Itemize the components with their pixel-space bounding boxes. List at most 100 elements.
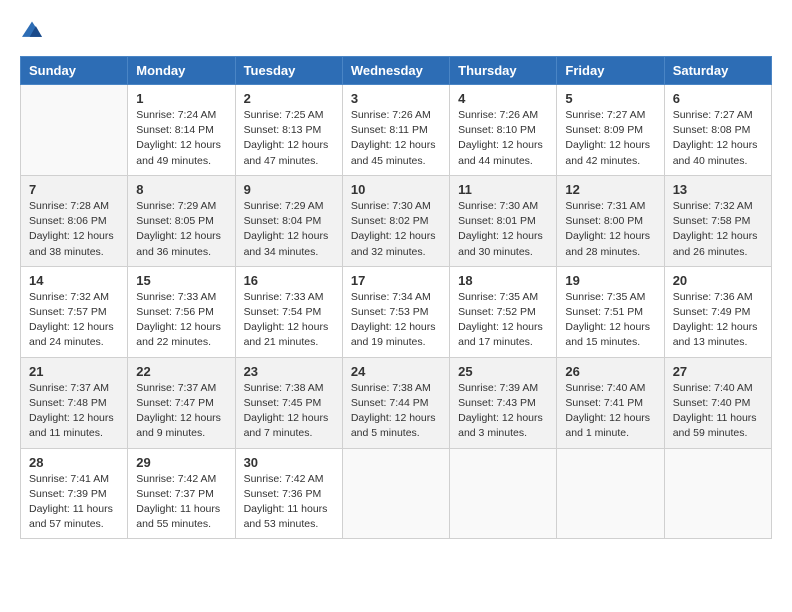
day-info: Sunrise: 7:26 AM Sunset: 8:10 PM Dayligh…: [458, 108, 548, 169]
calendar-day-cell: 18 Sunrise: 7:35 AM Sunset: 7:52 PM Dayli…: [450, 266, 557, 357]
calendar-day-cell: 24 Sunrise: 7:38 AM Sunset: 7:44 PM Dayli…: [342, 357, 449, 448]
calendar-day-cell: 12 Sunrise: 7:31 AM Sunset: 8:00 PM Dayli…: [557, 175, 664, 266]
day-info: Sunrise: 7:37 AM Sunset: 7:47 PM Dayligh…: [136, 381, 226, 442]
day-number: 1: [136, 91, 226, 106]
calendar-week-row: 7 Sunrise: 7:28 AM Sunset: 8:06 PM Daylig…: [21, 175, 772, 266]
calendar-day-cell: [342, 448, 449, 539]
day-info: Sunrise: 7:35 AM Sunset: 7:52 PM Dayligh…: [458, 290, 548, 351]
day-info: Sunrise: 7:42 AM Sunset: 7:37 PM Dayligh…: [136, 472, 226, 533]
calendar-table: SundayMondayTuesdayWednesdayThursdayFrid…: [20, 56, 772, 539]
day-number: 12: [565, 182, 655, 197]
day-info: Sunrise: 7:29 AM Sunset: 8:04 PM Dayligh…: [244, 199, 334, 260]
calendar-day-cell: 22 Sunrise: 7:37 AM Sunset: 7:47 PM Dayli…: [128, 357, 235, 448]
day-number: 8: [136, 182, 226, 197]
calendar-day-cell: 17Sunrise: 7:34 AM Sunset: 7:53 PM Dayli…: [342, 266, 449, 357]
calendar-day-cell: [21, 85, 128, 176]
calendar-day-cell: 30 Sunrise: 7:42 AM Sunset: 7:36 PM Dayli…: [235, 448, 342, 539]
day-info: Sunrise: 7:26 AM Sunset: 8:11 PM Dayligh…: [351, 108, 441, 169]
calendar-day-cell: 26 Sunrise: 7:40 AM Sunset: 7:41 PM Dayli…: [557, 357, 664, 448]
calendar-day-cell: [557, 448, 664, 539]
day-info: Sunrise: 7:25 AM Sunset: 8:13 PM Dayligh…: [244, 108, 334, 169]
calendar-day-cell: 25 Sunrise: 7:39 AM Sunset: 7:43 PM Dayli…: [450, 357, 557, 448]
day-info: Sunrise: 7:40 AM Sunset: 7:41 PM Dayligh…: [565, 381, 655, 442]
page-header: [20, 20, 772, 40]
day-number: 26: [565, 364, 655, 379]
day-info: Sunrise: 7:42 AM Sunset: 7:36 PM Dayligh…: [244, 472, 334, 533]
calendar-day-cell: 19 Sunrise: 7:35 AM Sunset: 7:51 PM Dayli…: [557, 266, 664, 357]
day-number: 9: [244, 182, 334, 197]
calendar-header: SundayMondayTuesdayWednesdayThursdayFrid…: [21, 57, 772, 85]
calendar-day-cell: 9 Sunrise: 7:29 AM Sunset: 8:04 PM Daylig…: [235, 175, 342, 266]
calendar-day-cell: 28 Sunrise: 7:41 AM Sunset: 7:39 PM Dayli…: [21, 448, 128, 539]
day-number: 3: [351, 91, 441, 106]
calendar-week-row: 1 Sunrise: 7:24 AM Sunset: 8:14 PM Daylig…: [21, 85, 772, 176]
logo-icon: [20, 20, 44, 40]
day-number: 22: [136, 364, 226, 379]
day-number: 16: [244, 273, 334, 288]
day-info: Sunrise: 7:40 AM Sunset: 7:40 PM Dayligh…: [673, 381, 763, 442]
day-info: Sunrise: 7:28 AM Sunset: 8:06 PM Dayligh…: [29, 199, 119, 260]
calendar-day-cell: 23Sunrise: 7:38 AM Sunset: 7:45 PM Dayli…: [235, 357, 342, 448]
day-number: 19: [565, 273, 655, 288]
day-number: 25: [458, 364, 548, 379]
calendar-day-cell: 15 Sunrise: 7:33 AM Sunset: 7:56 PM Dayli…: [128, 266, 235, 357]
day-header-friday: Friday: [557, 57, 664, 85]
calendar-day-cell: 20 Sunrise: 7:36 AM Sunset: 7:49 PM Dayli…: [664, 266, 771, 357]
day-number: 28: [29, 455, 119, 470]
day-info: Sunrise: 7:39 AM Sunset: 7:43 PM Dayligh…: [458, 381, 548, 442]
day-header-wednesday: Wednesday: [342, 57, 449, 85]
day-number: 27: [673, 364, 763, 379]
calendar-day-cell: 3 Sunrise: 7:26 AM Sunset: 8:11 PM Daylig…: [342, 85, 449, 176]
day-number: 15: [136, 273, 226, 288]
day-number: 21: [29, 364, 119, 379]
day-info: Sunrise: 7:31 AM Sunset: 8:00 PM Dayligh…: [565, 199, 655, 260]
calendar-day-cell: [664, 448, 771, 539]
calendar-day-cell: 5 Sunrise: 7:27 AM Sunset: 8:09 PM Daylig…: [557, 85, 664, 176]
day-header-thursday: Thursday: [450, 57, 557, 85]
day-info: Sunrise: 7:30 AM Sunset: 8:02 PM Dayligh…: [351, 199, 441, 260]
calendar-week-row: 28 Sunrise: 7:41 AM Sunset: 7:39 PM Dayli…: [21, 448, 772, 539]
day-header-saturday: Saturday: [664, 57, 771, 85]
day-info: Sunrise: 7:32 AM Sunset: 7:57 PM Dayligh…: [29, 290, 119, 351]
day-info: Sunrise: 7:38 AM Sunset: 7:45 PM Dayligh…: [244, 381, 334, 442]
day-number: 29: [136, 455, 226, 470]
calendar-week-row: 21Sunrise: 7:37 AM Sunset: 7:48 PM Dayli…: [21, 357, 772, 448]
calendar-day-cell: 8 Sunrise: 7:29 AM Sunset: 8:05 PM Daylig…: [128, 175, 235, 266]
day-number: 2: [244, 91, 334, 106]
day-number: 7: [29, 182, 119, 197]
day-info: Sunrise: 7:27 AM Sunset: 8:09 PM Dayligh…: [565, 108, 655, 169]
day-info: Sunrise: 7:24 AM Sunset: 8:14 PM Dayligh…: [136, 108, 226, 169]
calendar-day-cell: 14 Sunrise: 7:32 AM Sunset: 7:57 PM Dayli…: [21, 266, 128, 357]
calendar-day-cell: 1 Sunrise: 7:24 AM Sunset: 8:14 PM Daylig…: [128, 85, 235, 176]
calendar-day-cell: 27 Sunrise: 7:40 AM Sunset: 7:40 PM Dayli…: [664, 357, 771, 448]
day-info: Sunrise: 7:38 AM Sunset: 7:44 PM Dayligh…: [351, 381, 441, 442]
day-number: 30: [244, 455, 334, 470]
day-number: 13: [673, 182, 763, 197]
day-info: Sunrise: 7:29 AM Sunset: 8:05 PM Dayligh…: [136, 199, 226, 260]
calendar-day-cell: 13 Sunrise: 7:32 AM Sunset: 7:58 PM Dayli…: [664, 175, 771, 266]
day-number: 14: [29, 273, 119, 288]
calendar-day-cell: 29 Sunrise: 7:42 AM Sunset: 7:37 PM Dayli…: [128, 448, 235, 539]
day-info: Sunrise: 7:30 AM Sunset: 8:01 PM Dayligh…: [458, 199, 548, 260]
day-number: 5: [565, 91, 655, 106]
day-info: Sunrise: 7:36 AM Sunset: 7:49 PM Dayligh…: [673, 290, 763, 351]
calendar-day-cell: 21Sunrise: 7:37 AM Sunset: 7:48 PM Dayli…: [21, 357, 128, 448]
calendar-week-row: 14 Sunrise: 7:32 AM Sunset: 7:57 PM Dayli…: [21, 266, 772, 357]
calendar-day-cell: 10Sunrise: 7:30 AM Sunset: 8:02 PM Dayli…: [342, 175, 449, 266]
day-info: Sunrise: 7:32 AM Sunset: 7:58 PM Dayligh…: [673, 199, 763, 260]
day-number: 18: [458, 273, 548, 288]
calendar-day-cell: 7 Sunrise: 7:28 AM Sunset: 8:06 PM Daylig…: [21, 175, 128, 266]
day-number: 24: [351, 364, 441, 379]
day-number: 4: [458, 91, 548, 106]
day-header-monday: Monday: [128, 57, 235, 85]
day-info: Sunrise: 7:33 AM Sunset: 7:54 PM Dayligh…: [244, 290, 334, 351]
day-number: 17: [351, 273, 441, 288]
day-info: Sunrise: 7:35 AM Sunset: 7:51 PM Dayligh…: [565, 290, 655, 351]
day-info: Sunrise: 7:41 AM Sunset: 7:39 PM Dayligh…: [29, 472, 119, 533]
day-number: 6: [673, 91, 763, 106]
day-header-sunday: Sunday: [21, 57, 128, 85]
day-info: Sunrise: 7:33 AM Sunset: 7:56 PM Dayligh…: [136, 290, 226, 351]
calendar-day-cell: [450, 448, 557, 539]
day-info: Sunrise: 7:27 AM Sunset: 8:08 PM Dayligh…: [673, 108, 763, 169]
day-number: 20: [673, 273, 763, 288]
